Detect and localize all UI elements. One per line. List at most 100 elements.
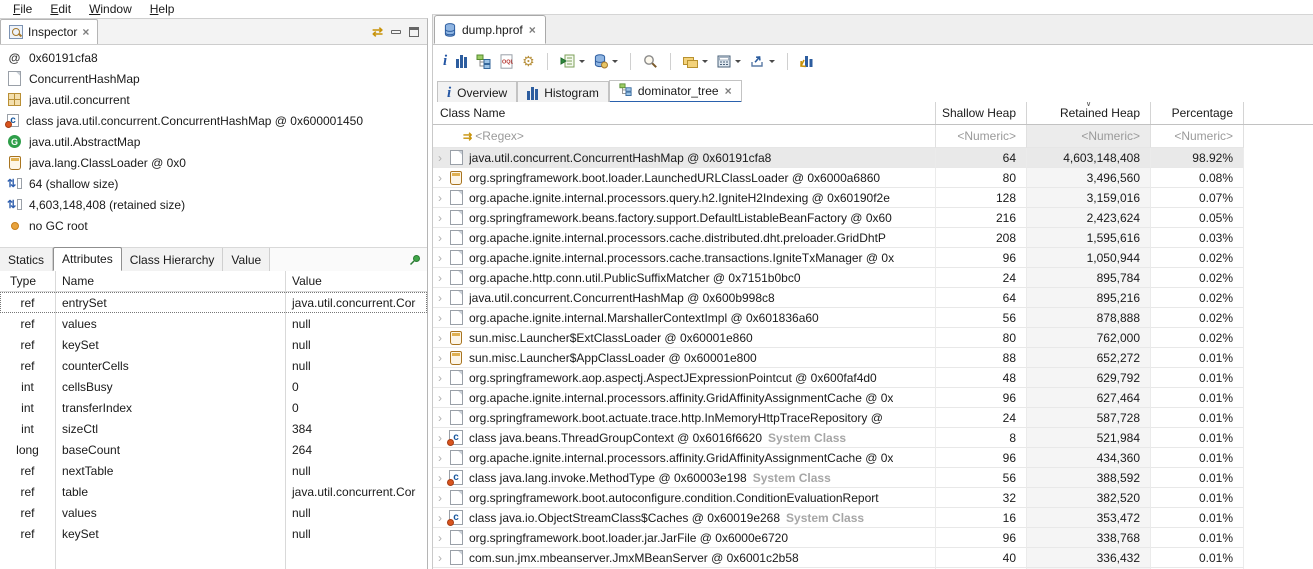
numeric-filter[interactable]: <Numeric>: [1027, 125, 1151, 148]
dominator-row[interactable]: ›java.util.concurrent.ConcurrentHashMap …: [433, 148, 1313, 168]
dominator-row[interactable]: ›org.springframework.aop.aspectj.AspectJ…: [433, 368, 1313, 388]
expand-chevron-icon[interactable]: ›: [433, 271, 447, 285]
inspector-item[interactable]: no GC root: [0, 215, 427, 236]
numeric-filter[interactable]: <Numeric>: [936, 125, 1027, 148]
regex-filter[interactable]: ⇉<Regex>: [433, 125, 936, 148]
tab-statics[interactable]: Statics: [0, 248, 53, 271]
pin-icon[interactable]: [409, 254, 421, 266]
menu-help[interactable]: Help: [141, 2, 184, 16]
dominator-row[interactable]: ›org.apache.ignite.internal.MarshallerCo…: [433, 308, 1313, 328]
col-type[interactable]: Type: [0, 274, 55, 288]
tab-value[interactable]: Value: [223, 248, 270, 271]
expand-chevron-icon[interactable]: ›: [433, 511, 447, 525]
dominator-row[interactable]: ›sun.misc.Launcher$AppClassLoader @ 0x60…: [433, 348, 1313, 368]
expand-chevron-icon[interactable]: ›: [433, 431, 447, 445]
inspector-item[interactable]: 0x60191cfa8: [0, 47, 427, 68]
group-by-icon[interactable]: [683, 55, 708, 68]
inspector-item[interactable]: 64 (shallow size): [0, 173, 427, 194]
inspector-item[interactable]: java.util.concurrent: [0, 89, 427, 110]
dominator-row[interactable]: ›org.apache.ignite.internal.processors.a…: [433, 388, 1313, 408]
expand-chevron-icon[interactable]: ›: [433, 211, 447, 225]
attribute-row[interactable]: refvaluesnull: [0, 502, 427, 523]
expand-chevron-icon[interactable]: ›: [433, 291, 447, 305]
dropdown-arrow[interactable]: [579, 60, 585, 66]
close-icon[interactable]: ×: [725, 84, 732, 98]
dominator-tree-icon[interactable]: [476, 54, 491, 69]
inspector-item[interactable]: 4,603,148,408 (retained size): [0, 194, 427, 215]
dominator-row[interactable]: ›org.apache.ignite.internal.processors.q…: [433, 188, 1313, 208]
expand-chevron-icon[interactable]: ›: [433, 451, 447, 465]
attribute-row[interactable]: intsizeCtl384: [0, 418, 427, 439]
col-class-name[interactable]: Class Name: [433, 102, 936, 124]
calculator-icon[interactable]: [717, 55, 741, 68]
menu-edit[interactable]: Edit: [41, 2, 80, 16]
tab-dominator_tree[interactable]: dominator_tree×: [609, 80, 742, 104]
col-shallow-heap[interactable]: Shallow Heap: [936, 102, 1027, 124]
sync-icon[interactable]: ⇄: [372, 24, 383, 40]
export-icon[interactable]: [750, 54, 775, 68]
col-retained-heap[interactable]: ∨Retained Heap: [1027, 102, 1151, 124]
expand-chevron-icon[interactable]: ›: [433, 311, 447, 325]
menu-window[interactable]: Window: [80, 2, 141, 16]
dominator-row[interactable]: ›sun.misc.Launcher$ExtClassLoader @ 0x60…: [433, 328, 1313, 348]
col-name[interactable]: Name: [55, 274, 285, 288]
dominator-row[interactable]: ›org.springframework.boot.autoconfigure.…: [433, 488, 1313, 508]
attribute-row[interactable]: refvaluesnull: [0, 313, 427, 334]
expand-chevron-icon[interactable]: ›: [433, 551, 447, 565]
dropdown-arrow[interactable]: [769, 60, 775, 66]
col-percentage[interactable]: Percentage: [1151, 102, 1244, 124]
dominator-row[interactable]: ›org.apache.http.conn.util.PublicSuffixM…: [433, 268, 1313, 288]
tab-dump-hprof[interactable]: dump.hprof ×: [434, 15, 546, 44]
settings-gear-icon[interactable]: ⚙: [522, 53, 535, 70]
inspector-item[interactable]: ConcurrentHashMap: [0, 68, 427, 89]
expand-chevron-icon[interactable]: ›: [433, 171, 447, 185]
dominator-row[interactable]: ›java.util.concurrent.ConcurrentHashMap …: [433, 288, 1313, 308]
expand-chevron-icon[interactable]: ›: [433, 391, 447, 405]
dominator-row[interactable]: ›org.springframework.beans.factory.suppo…: [433, 208, 1313, 228]
expand-chevron-icon[interactable]: ›: [433, 411, 447, 425]
run-expression-icon[interactable]: [560, 54, 585, 68]
info-icon[interactable]: i: [443, 53, 447, 70]
maximize-icon[interactable]: [409, 27, 419, 37]
dropdown-arrow[interactable]: [735, 60, 741, 66]
compare-icon[interactable]: [800, 54, 814, 68]
attribute-row[interactable]: refentrySetjava.util.concurrent.Cor: [0, 292, 427, 313]
tab-histogram[interactable]: Histogram: [517, 81, 609, 104]
expand-chevron-icon[interactable]: ›: [433, 151, 447, 165]
dominator-row[interactable]: ›org.apache.ignite.internal.processors.c…: [433, 248, 1313, 268]
search-icon[interactable]: [643, 54, 658, 69]
tab-class-hierarchy[interactable]: Class Hierarchy: [122, 248, 224, 271]
inspector-item[interactable]: java.util.AbstractMap: [0, 131, 427, 152]
attribute-row[interactable]: inttransferIndex0: [0, 397, 427, 418]
tab-inspector[interactable]: Inspector ×: [0, 19, 98, 44]
oql-icon[interactable]: OQL: [500, 54, 513, 69]
expand-chevron-icon[interactable]: ›: [433, 231, 447, 245]
dominator-row[interactable]: ›com.sun.jmx.mbeanserver.JmxMBeanServer …: [433, 548, 1313, 568]
inspector-item[interactable]: class java.util.concurrent.ConcurrentHas…: [0, 110, 427, 131]
dominator-row[interactable]: ›org.apache.ignite.internal.processors.c…: [433, 228, 1313, 248]
attribute-row[interactable]: reftablejava.util.concurrent.Cor: [0, 481, 427, 502]
histogram-icon[interactable]: [456, 55, 467, 68]
dominator-row[interactable]: ›org.springframework.boot.loader.jar.Jar…: [433, 528, 1313, 548]
dropdown-arrow[interactable]: [612, 60, 618, 66]
menu-file[interactable]: File: [4, 2, 41, 16]
attribute-row[interactable]: refkeySetnull: [0, 523, 427, 544]
heap-actions-icon[interactable]: [594, 54, 618, 69]
attribute-row[interactable]: longbaseCount264: [0, 439, 427, 460]
dominator-row[interactable]: ›class java.lang.invoke.MethodType @ 0x6…: [433, 468, 1313, 488]
expand-chevron-icon[interactable]: ›: [433, 371, 447, 385]
dropdown-arrow[interactable]: [702, 60, 708, 66]
dominator-row[interactable]: ›class java.beans.ThreadGroupContext @ 0…: [433, 428, 1313, 448]
tab-attributes[interactable]: Attributes: [53, 247, 122, 271]
attribute-row[interactable]: refnextTablenull: [0, 460, 427, 481]
inspector-item[interactable]: java.lang.ClassLoader @ 0x0: [0, 152, 427, 173]
expand-chevron-icon[interactable]: ›: [433, 491, 447, 505]
dominator-row[interactable]: ›org.apache.ignite.internal.processors.a…: [433, 448, 1313, 468]
expand-chevron-icon[interactable]: ›: [433, 471, 447, 485]
close-icon[interactable]: ×: [529, 23, 536, 37]
dominator-row[interactable]: ›class java.io.ObjectStreamClass$Caches …: [433, 508, 1313, 528]
dominator-row[interactable]: ›org.springframework.boot.loader.Launche…: [433, 168, 1313, 188]
dominator-row[interactable]: ›org.springframework.boot.actuate.trace.…: [433, 408, 1313, 428]
attribute-row[interactable]: refkeySetnull: [0, 334, 427, 355]
col-value[interactable]: Value: [285, 274, 427, 288]
